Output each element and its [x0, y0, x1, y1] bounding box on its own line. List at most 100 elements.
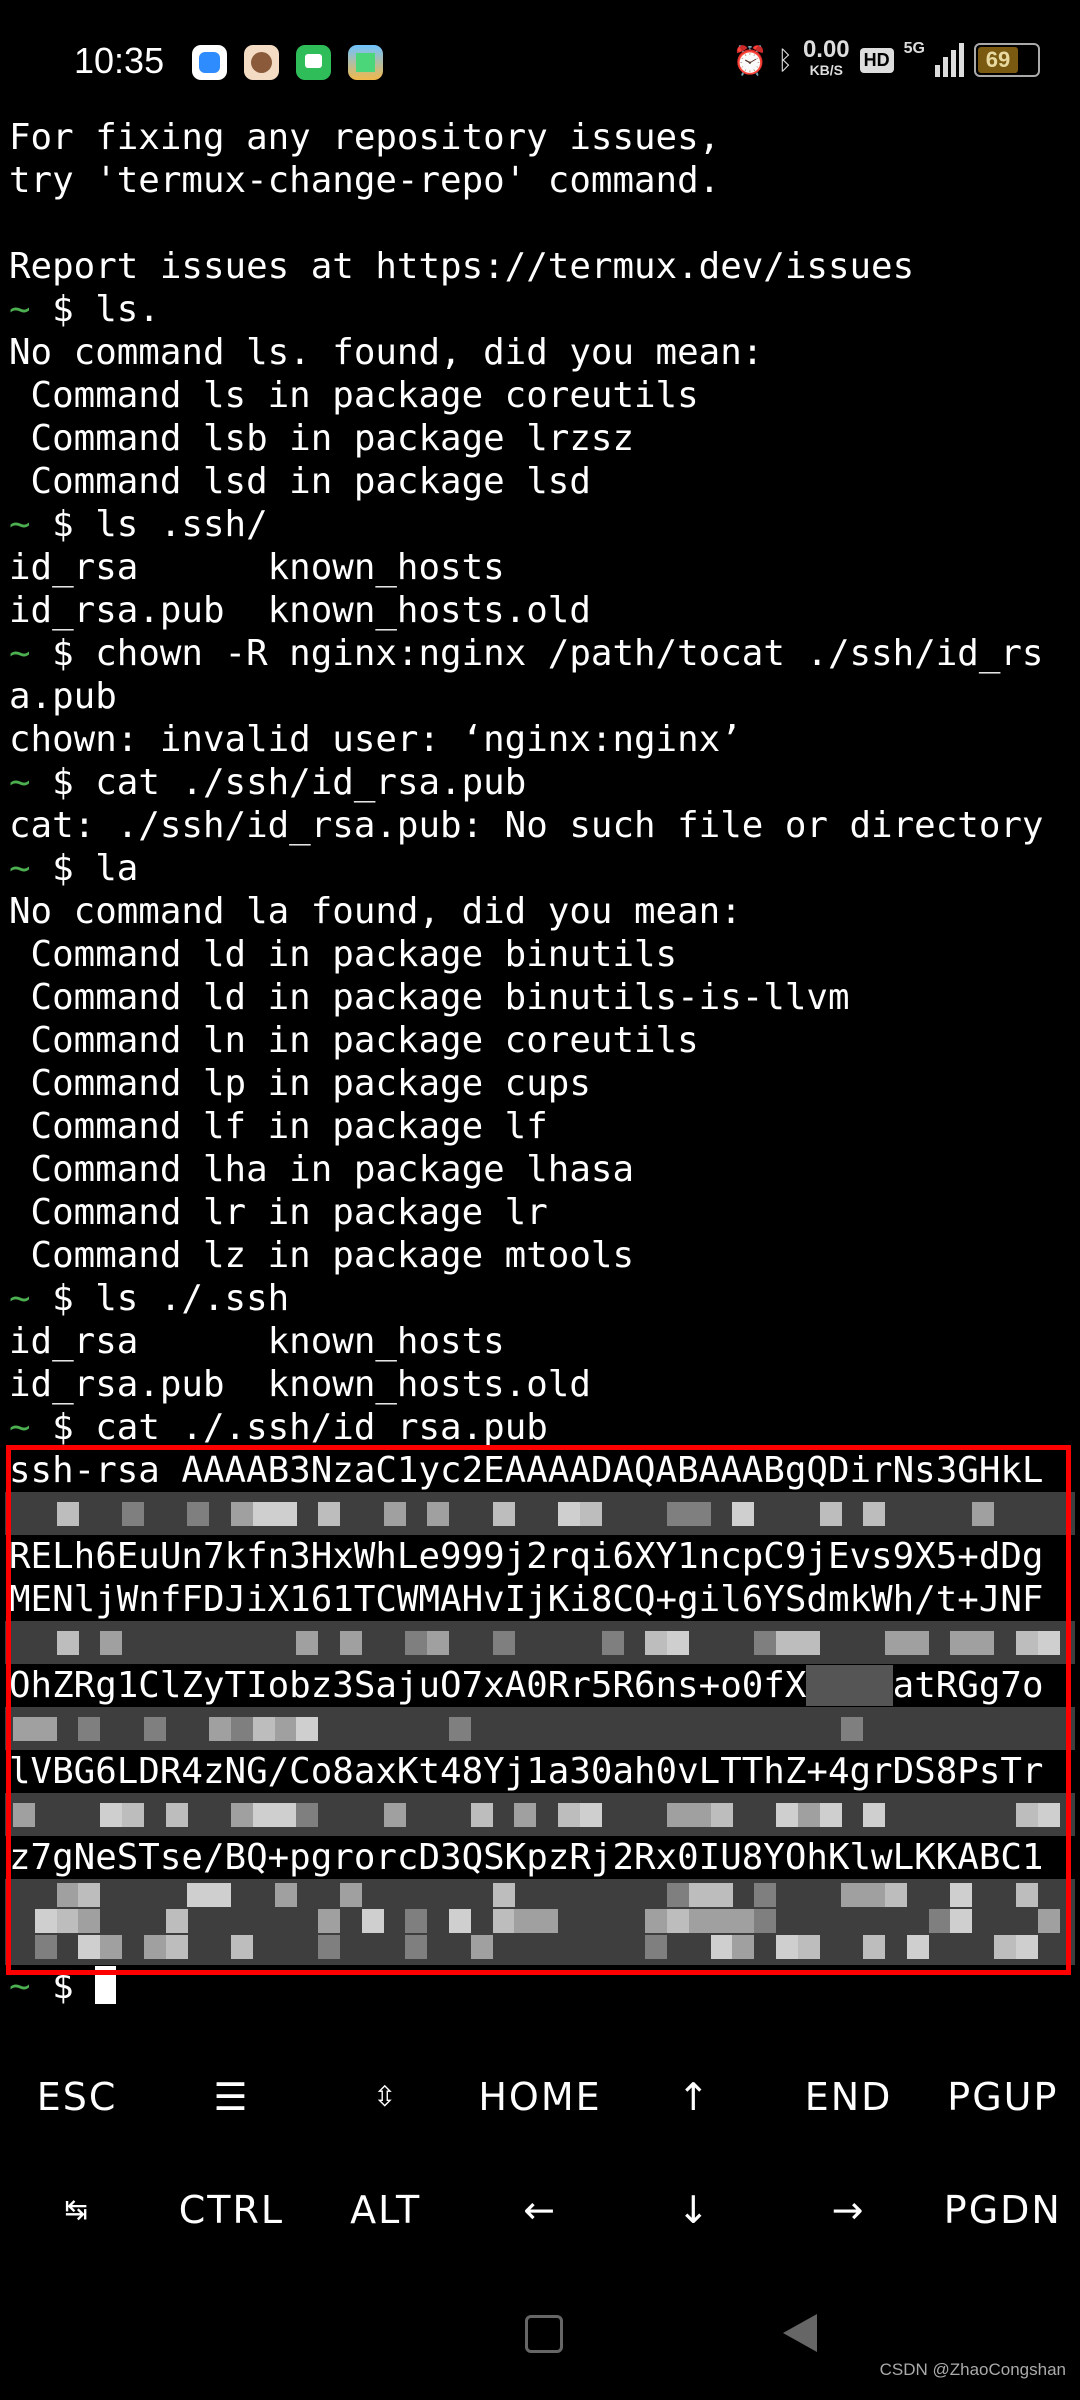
- prompt-tilde: ~: [9, 289, 31, 330]
- prompt-tilde: ~: [9, 504, 31, 545]
- back-nav-button[interactable]: [783, 2314, 817, 2352]
- prompt-dollar: $: [30, 1278, 96, 1319]
- battery-icon: 69: [974, 43, 1040, 77]
- output-line: id_rsa known_hosts: [9, 1320, 1075, 1363]
- ctrl-key[interactable]: CTRL: [154, 2188, 308, 2232]
- line-text: Command lsd in package lsd: [9, 461, 591, 502]
- line-text: Command lz in package mtools: [9, 1235, 634, 1276]
- prompt-dollar: $: [30, 504, 96, 545]
- output-line: id_rsa known_hosts: [9, 546, 1075, 589]
- output-line: Command lz in package mtools: [9, 1234, 1075, 1277]
- output-line: No command ls. found, did you mean:: [9, 331, 1075, 374]
- prompt-dollar: $: [30, 633, 96, 674]
- prompt-line: ~ $ cat ./.ssh/id_rsa.pub: [9, 1406, 1075, 1449]
- output-line: Command lf in package lf: [9, 1105, 1075, 1148]
- alarm-icon: ⏰: [732, 44, 768, 76]
- home-key[interactable]: HOME: [463, 2075, 617, 2119]
- prompt-line: ~ $ cat ./ssh/id_rsa.pub: [9, 761, 1075, 804]
- line-text: No command ls. found, did you mean:: [9, 332, 764, 373]
- extra-keys-row-2: ↹ CTRL ALT ← ↓ → PGDN: [0, 2153, 1080, 2266]
- output-line: Report issues at https://termux.dev/issu…: [9, 245, 1075, 288]
- bluetooth-icon: ᛒ: [777, 44, 793, 75]
- prompt-line: ~ $ ls.: [9, 288, 1075, 331]
- line-text: No command la found, did you mean:: [9, 891, 742, 932]
- end-key[interactable]: END: [771, 2075, 925, 2119]
- tab-key[interactable]: ↹: [0, 2193, 154, 2226]
- prompt-dollar: $: [30, 1407, 96, 1448]
- line-text: Command lr in package lr: [9, 1192, 548, 1233]
- line-text: id_rsa.pub known_hosts.old: [9, 590, 591, 631]
- esc-key[interactable]: ESC: [0, 2075, 154, 2119]
- output-line: Command lha in package lhasa: [9, 1148, 1075, 1191]
- extra-keys-bar: ESC ☰ ⇳ HOME ↑ END PGUP ↹ CTRL ALT ← ↓ → PGDN: [0, 2040, 1080, 2266]
- output-line: id_rsa.pub known_hosts.old: [9, 1363, 1075, 1406]
- status-bar: 10:35 ⏰ ᛒ 0.00 KB/S HD 5G 69: [0, 0, 1080, 120]
- signal-icon: [935, 43, 964, 77]
- line-text: a.pub: [9, 676, 117, 717]
- page-up-key[interactable]: PGUP: [926, 2075, 1080, 2119]
- line-text: id_rsa known_hosts: [9, 547, 505, 588]
- alt-key[interactable]: ALT: [309, 2188, 463, 2232]
- prompt-line: ~ $ la: [9, 847, 1075, 890]
- line-text: try 'termux-change-repo' command.: [9, 160, 721, 201]
- output-line: For fixing any repository issues,: [9, 116, 1075, 159]
- output-line: Command lsd in package lsd: [9, 460, 1075, 503]
- line-text: Command ld in package binutils: [9, 934, 678, 975]
- game-app-icon: [348, 45, 383, 80]
- monkey-app-icon: [244, 45, 279, 80]
- line-text: ls.: [95, 289, 160, 330]
- arrow-right-key[interactable]: →: [771, 2188, 925, 2232]
- line-text: Command ls in package coreutils: [9, 375, 699, 416]
- highlight-box: [6, 1445, 1071, 1975]
- prompt-dollar: $: [30, 848, 96, 889]
- clock: 10:35: [74, 40, 165, 81]
- line-text: Command lf in package lf: [9, 1106, 548, 1147]
- prompt-tilde: ~: [9, 1407, 31, 1448]
- prompt-tilde: ~: [9, 762, 31, 803]
- menu-key[interactable]: ☰: [154, 2075, 308, 2119]
- hd-badge: HD: [859, 47, 894, 73]
- output-line: Command ls in package coreutils: [9, 374, 1075, 417]
- line-text: ls .ssh/: [95, 504, 268, 545]
- line-text: id_rsa.pub known_hosts.old: [9, 1364, 591, 1405]
- line-text: Report issues at https://termux.dev/issu…: [9, 246, 915, 287]
- line-text: chown -R nginx:nginx /path/tocat ./ssh/i…: [95, 633, 1044, 674]
- line-text: cat ./.ssh/id_rsa.pub: [95, 1407, 548, 1448]
- home-nav-button[interactable]: [525, 2315, 563, 2353]
- prompt-dollar: $: [30, 762, 96, 803]
- output-line: Command ld in package binutils-is-llvm: [9, 976, 1075, 1019]
- output-line: Command ln in package coreutils: [9, 1019, 1075, 1062]
- output-line: Command lr in package lr: [9, 1191, 1075, 1234]
- line-text: ls ./.ssh: [95, 1278, 290, 1319]
- line-text: Command ln in package coreutils: [9, 1020, 699, 1061]
- prompt-line: ~ $ ls ./.ssh: [9, 1277, 1075, 1320]
- output-line: No command la found, did you mean:: [9, 890, 1075, 933]
- line-text: For fixing any repository issues,: [9, 117, 721, 158]
- output-line: Command lp in package cups: [9, 1062, 1075, 1105]
- output-line: a.pub: [9, 675, 1075, 718]
- scroll-key[interactable]: ⇳: [309, 2080, 463, 2113]
- output-line: chown: invalid user: ‘nginx:nginx’: [9, 718, 1075, 761]
- network-label: 5G: [903, 40, 925, 57]
- net-speed: 0.00 KB/S: [802, 36, 850, 79]
- prompt-tilde: ~: [9, 633, 31, 674]
- line-text: Command lp in package cups: [9, 1063, 591, 1104]
- line-text: Command lsb in package lrzsz: [9, 418, 634, 459]
- output-line: cat: ./ssh/id_rsa.pub: No such file or d…: [9, 804, 1075, 847]
- line-text: id_rsa known_hosts: [9, 1321, 505, 1362]
- page-down-key[interactable]: PGDN: [926, 2188, 1080, 2232]
- extra-keys-row-1: ESC ☰ ⇳ HOME ↑ END PGUP: [0, 2040, 1080, 2153]
- arrow-up-key[interactable]: ↑: [617, 2075, 771, 2119]
- arrow-left-key[interactable]: ←: [463, 2188, 617, 2232]
- prompt-dollar: $: [30, 289, 96, 330]
- line-text: chown: invalid user: ‘nginx:nginx’: [9, 719, 742, 760]
- arrow-down-key[interactable]: ↓: [617, 2188, 771, 2232]
- output-line: Command lsb in package lrzsz: [9, 417, 1075, 460]
- line-text: cat: ./ssh/id_rsa.pub: No such file or d…: [9, 805, 1044, 846]
- prompt-tilde: ~: [9, 1278, 31, 1319]
- line-text: Command ld in package binutils-is-llvm: [9, 977, 850, 1018]
- prompt-line: ~ $ ls .ssh/: [9, 503, 1075, 546]
- output-line: Command ld in package binutils: [9, 933, 1075, 976]
- blue-app-icon: [192, 45, 227, 80]
